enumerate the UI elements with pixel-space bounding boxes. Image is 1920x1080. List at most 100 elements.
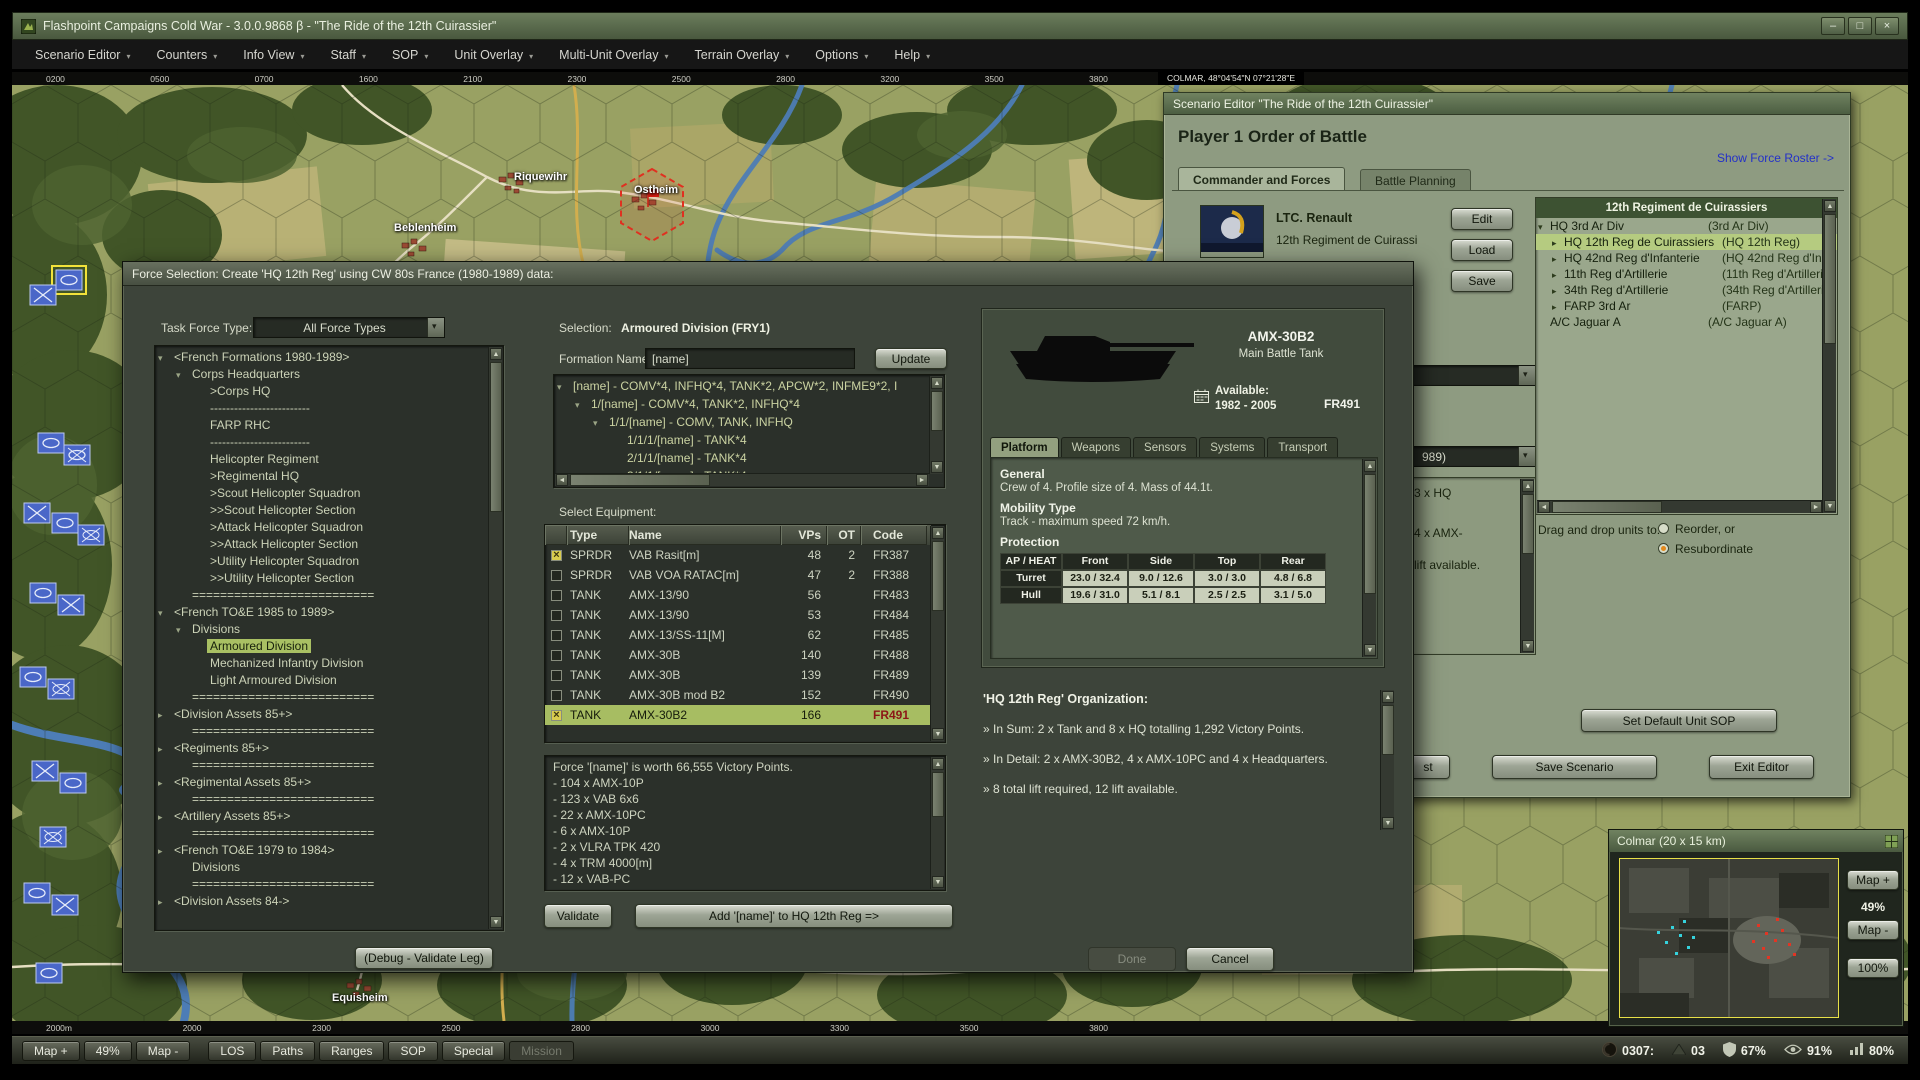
equipment-row[interactable]: TANK AMX-30B 139 FR489 [545, 665, 931, 685]
equipment-row[interactable]: TANK AMX-30B 140 FR488 [545, 645, 931, 665]
scrollbar-thumb[interactable] [1382, 705, 1394, 755]
tree-item[interactable]: ========================== [155, 825, 487, 842]
oob-tree[interactable]: 12th Regiment de Cuirassiers HQ 3rd Ar D… [1535, 197, 1838, 515]
debug-validate-button[interactable]: (Debug - Validate Leg) [355, 947, 493, 969]
formation-tree-item[interactable]: 1/1/[name] - COMV, TANK, INFHQ [554, 413, 928, 431]
unit-counter[interactable] [30, 583, 56, 603]
tab-battle-planning[interactable]: Battle Planning [1360, 169, 1471, 191]
tree-item[interactable]: Divisions [155, 859, 487, 876]
menu-item[interactable]: Terrain Overlay [682, 41, 803, 69]
radio-resubordinate[interactable] [1658, 543, 1669, 554]
minimize-icon[interactable]: – [1821, 17, 1845, 35]
menu-item[interactable]: Scenario Editor [22, 41, 143, 69]
unit-counter[interactable] [24, 883, 50, 903]
scroll-left-icon[interactable]: ◄ [556, 474, 568, 486]
equipment-table-header[interactable]: Type Name VPs OT Code [545, 525, 931, 545]
formation-tree-item[interactable]: 2/1/1/[name] - TANK*4 [554, 449, 928, 467]
status-button[interactable]: SOP [388, 1041, 437, 1061]
oob-tree-item[interactable]: FARP 3rd Ar(FARP) [1536, 298, 1837, 314]
scrollbar-thumb[interactable] [1824, 214, 1836, 344]
validate-button[interactable]: Validate [544, 904, 612, 928]
unit-counter[interactable] [52, 513, 78, 533]
equipment-checkbox[interactable] [551, 550, 562, 561]
scroll-up-icon[interactable]: ▲ [1382, 691, 1394, 703]
scroll-right-icon[interactable]: ► [1810, 501, 1822, 513]
save-scenario-button[interactable]: Save Scenario [1492, 755, 1657, 779]
header-code[interactable]: Code [861, 525, 927, 545]
formation-tree-item[interactable]: 1/1/1/[name] - TANK*4 [554, 431, 928, 449]
oob-tree-item[interactable]: HQ 12th Reg de Cuirassiers(HQ 12th Reg) [1536, 234, 1837, 250]
scrollbar-thumb[interactable] [570, 474, 710, 486]
scroll-up-icon[interactable]: ▲ [931, 377, 943, 389]
tree-item[interactable]: Divisions [155, 621, 487, 638]
unit-tab[interactable]: Weapons [1061, 437, 1131, 457]
close-icon[interactable]: × [1875, 17, 1899, 35]
scrollbar-thumb[interactable] [1364, 474, 1376, 594]
unit-counter[interactable] [24, 503, 50, 523]
tree-item[interactable]: <French TO&E 1979 to 1984> [155, 842, 487, 859]
minimap-titlebar[interactable]: Colmar (20 x 15 km) [1609, 830, 1903, 852]
header-name[interactable]: Name [629, 525, 781, 545]
equipment-row[interactable]: SPRDR VAB Rasit[m] 48 2 FR387 [545, 545, 931, 565]
update-button[interactable]: Update [875, 348, 947, 369]
status-button[interactable]: Ranges [319, 1041, 384, 1061]
window-titlebar[interactable]: Flashpoint Campaigns Cold War - 3.0.0.98… [12, 12, 1908, 40]
tree-item[interactable]: ========================== [155, 876, 487, 893]
status-button[interactable]: Paths [260, 1041, 315, 1061]
menu-item[interactable]: Multi-Unit Overlay [546, 41, 681, 69]
unit-counter-selected[interactable] [52, 266, 86, 294]
scroll-down-icon[interactable]: ▼ [1364, 644, 1376, 656]
tree-item[interactable]: <Division Assets 84-> [155, 893, 487, 910]
tree-item[interactable]: Corps Headquarters [155, 366, 487, 383]
oob-tree-item[interactable]: A/C Jaguar A(A/C Jaguar A) [1536, 314, 1837, 330]
oob-tree-item[interactable]: HQ 42nd Reg d'Infanterie(HQ 42nd Reg d'I… [1536, 250, 1837, 266]
edit-commander-button[interactable]: Edit [1451, 208, 1513, 230]
formation-name-input[interactable] [645, 348, 855, 369]
scroll-up-icon[interactable]: ▲ [1824, 200, 1836, 212]
scroll-up-icon[interactable]: ▲ [1364, 460, 1376, 472]
tree-item[interactable]: FARP RHC [155, 417, 487, 434]
status-button[interactable]: Map + [22, 1041, 80, 1061]
set-default-unit-sop-button[interactable]: Set Default Unit SOP [1581, 709, 1777, 732]
menu-item[interactable]: Help [881, 41, 943, 69]
dialog-titlebar[interactable]: Force Selection: Create 'HQ 12th Reg' us… [123, 262, 1413, 286]
equipment-checkbox[interactable] [551, 630, 562, 641]
dropdown-arrow-icon[interactable] [1518, 447, 1535, 466]
equipment-checkbox[interactable] [551, 690, 562, 701]
tree-item[interactable]: >Scout Helicopter Squadron [155, 485, 487, 502]
vertical-scrollbar[interactable]: ▲ ▼ [929, 376, 943, 474]
scroll-down-icon[interactable]: ▼ [932, 728, 944, 740]
scrollbar-thumb[interactable] [1522, 494, 1534, 554]
vertical-scrollbar[interactable]: ▲ ▼ [488, 347, 502, 929]
unit-counter[interactable] [58, 595, 84, 615]
vertical-scrollbar[interactable]: ▲ ▼ [930, 526, 944, 741]
scroll-up-icon[interactable]: ▲ [490, 348, 502, 360]
horizontal-scrollbar[interactable]: ◄ ► [555, 473, 929, 486]
tab-commander-and-forces[interactable]: Commander and Forces [1178, 167, 1345, 191]
equipment-table[interactable]: Type Name VPs OT Code SPRDR VAB Rasit[m]… [544, 524, 946, 743]
show-force-roster-link[interactable]: Show Force Roster -> [1717, 151, 1834, 165]
tree-item[interactable]: <Artillery Assets 85+> [155, 808, 487, 825]
unit-counter[interactable] [38, 433, 64, 453]
tree-item[interactable]: <French TO&E 1985 to 1989> [155, 604, 487, 621]
unit-counter[interactable] [48, 679, 74, 699]
tree-item[interactable]: <French Formations 1980-1989> [155, 349, 487, 366]
tree-item[interactable]: >>Scout Helicopter Section [155, 502, 487, 519]
scroll-down-icon[interactable]: ▼ [490, 916, 502, 928]
unit-counter[interactable] [52, 895, 78, 915]
scroll-up-icon[interactable]: ▲ [1522, 480, 1534, 492]
menu-item[interactable]: Staff [317, 41, 379, 69]
scroll-left-icon[interactable]: ◄ [1538, 501, 1550, 513]
scroll-right-icon[interactable]: ► [916, 474, 928, 486]
formation-template-tree[interactable]: <French Formations 1980-1989>Corps Headq… [154, 345, 504, 931]
status-button[interactable]: 49% [84, 1041, 132, 1061]
equipment-checkbox[interactable] [551, 610, 562, 621]
unit-counter[interactable] [20, 667, 46, 687]
minimap-zoom-in-button[interactable]: Map + [1847, 870, 1899, 890]
equipment-checkbox[interactable] [551, 590, 562, 601]
minimap-zoom-full-button[interactable]: 100% [1847, 958, 1899, 978]
tree-item[interactable]: <Regimental Assets 85+> [155, 774, 487, 791]
exit-editor-button[interactable]: Exit Editor [1709, 755, 1814, 779]
menu-item[interactable]: Unit Overlay [441, 41, 546, 69]
vertical-scrollbar[interactable]: ▲ ▼ [1380, 690, 1394, 830]
